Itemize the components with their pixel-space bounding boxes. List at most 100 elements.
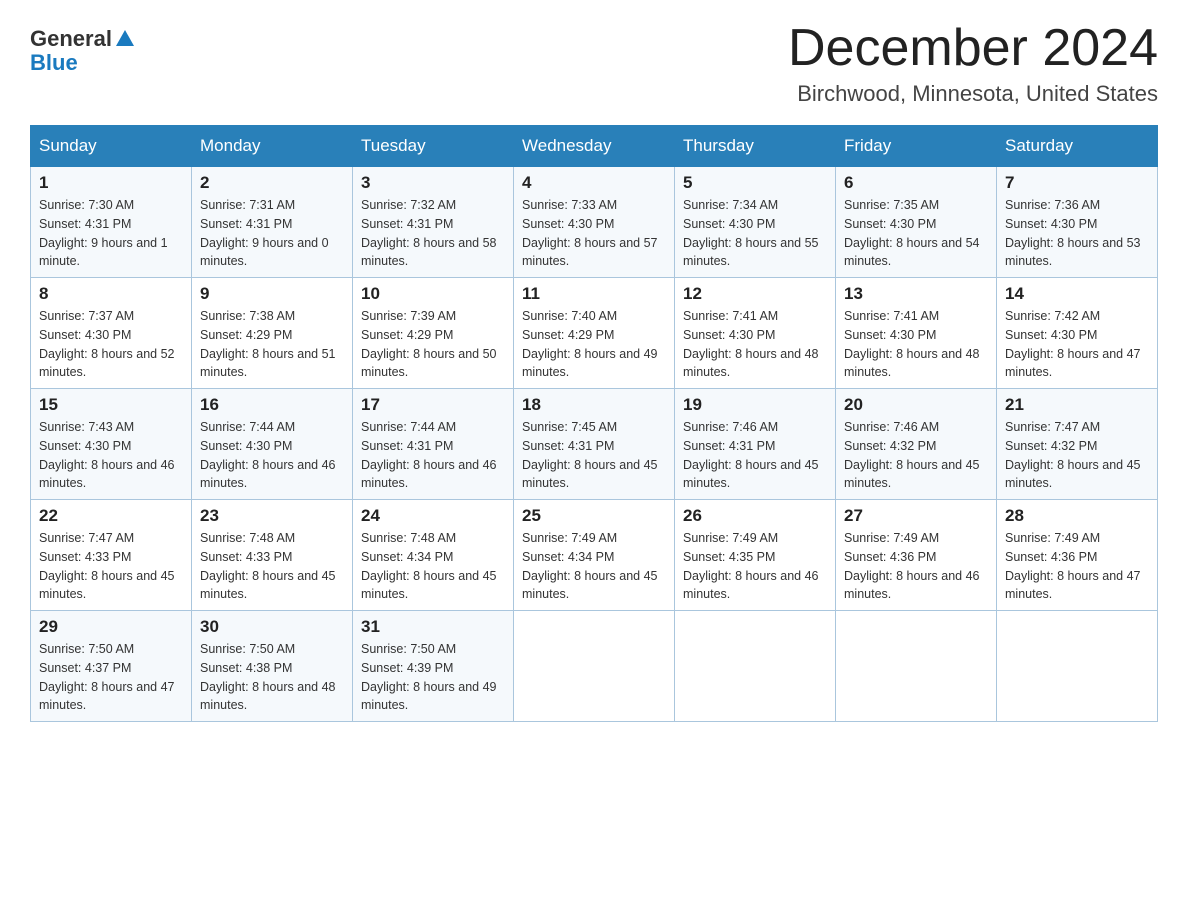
calendar-week-row: 8 Sunrise: 7:37 AM Sunset: 4:30 PM Dayli… <box>31 278 1158 389</box>
table-row: 1 Sunrise: 7:30 AM Sunset: 4:31 PM Dayli… <box>31 167 192 278</box>
day-number: 18 <box>522 395 666 415</box>
day-number: 16 <box>200 395 344 415</box>
table-row: 17 Sunrise: 7:44 AM Sunset: 4:31 PM Dayl… <box>353 389 514 500</box>
calendar-week-row: 15 Sunrise: 7:43 AM Sunset: 4:30 PM Dayl… <box>31 389 1158 500</box>
table-row: 27 Sunrise: 7:49 AM Sunset: 4:36 PM Dayl… <box>836 500 997 611</box>
day-number: 25 <box>522 506 666 526</box>
table-row: 9 Sunrise: 7:38 AM Sunset: 4:29 PM Dayli… <box>192 278 353 389</box>
col-tuesday: Tuesday <box>353 126 514 167</box>
day-info: Sunrise: 7:44 AM Sunset: 4:31 PM Dayligh… <box>361 418 505 493</box>
table-row: 25 Sunrise: 7:49 AM Sunset: 4:34 PM Dayl… <box>514 500 675 611</box>
day-number: 10 <box>361 284 505 304</box>
calendar-table: Sunday Monday Tuesday Wednesday Thursday… <box>30 125 1158 722</box>
table-row <box>997 611 1158 722</box>
day-number: 23 <box>200 506 344 526</box>
day-info: Sunrise: 7:49 AM Sunset: 4:36 PM Dayligh… <box>844 529 988 604</box>
table-row: 23 Sunrise: 7:48 AM Sunset: 4:33 PM Dayl… <box>192 500 353 611</box>
table-row: 6 Sunrise: 7:35 AM Sunset: 4:30 PM Dayli… <box>836 167 997 278</box>
day-info: Sunrise: 7:41 AM Sunset: 4:30 PM Dayligh… <box>844 307 988 382</box>
table-row: 5 Sunrise: 7:34 AM Sunset: 4:30 PM Dayli… <box>675 167 836 278</box>
day-info: Sunrise: 7:31 AM Sunset: 4:31 PM Dayligh… <box>200 196 344 271</box>
col-wednesday: Wednesday <box>514 126 675 167</box>
calendar-week-row: 29 Sunrise: 7:50 AM Sunset: 4:37 PM Dayl… <box>31 611 1158 722</box>
day-number: 12 <box>683 284 827 304</box>
day-number: 15 <box>39 395 183 415</box>
day-info: Sunrise: 7:49 AM Sunset: 4:36 PM Dayligh… <box>1005 529 1149 604</box>
day-info: Sunrise: 7:39 AM Sunset: 4:29 PM Dayligh… <box>361 307 505 382</box>
table-row <box>514 611 675 722</box>
page-header: General Blue December 2024 Birchwood, Mi… <box>30 20 1158 107</box>
day-number: 11 <box>522 284 666 304</box>
day-info: Sunrise: 7:45 AM Sunset: 4:31 PM Dayligh… <box>522 418 666 493</box>
col-sunday: Sunday <box>31 126 192 167</box>
day-number: 14 <box>1005 284 1149 304</box>
table-row <box>836 611 997 722</box>
table-row: 21 Sunrise: 7:47 AM Sunset: 4:32 PM Dayl… <box>997 389 1158 500</box>
day-info: Sunrise: 7:47 AM Sunset: 4:32 PM Dayligh… <box>1005 418 1149 493</box>
day-number: 13 <box>844 284 988 304</box>
table-row: 12 Sunrise: 7:41 AM Sunset: 4:30 PM Dayl… <box>675 278 836 389</box>
day-number: 24 <box>361 506 505 526</box>
day-info: Sunrise: 7:38 AM Sunset: 4:29 PM Dayligh… <box>200 307 344 382</box>
col-monday: Monday <box>192 126 353 167</box>
logo-text-general: General <box>30 28 112 50</box>
day-number: 1 <box>39 173 183 193</box>
day-info: Sunrise: 7:46 AM Sunset: 4:31 PM Dayligh… <box>683 418 827 493</box>
day-info: Sunrise: 7:46 AM Sunset: 4:32 PM Dayligh… <box>844 418 988 493</box>
table-row: 28 Sunrise: 7:49 AM Sunset: 4:36 PM Dayl… <box>997 500 1158 611</box>
day-info: Sunrise: 7:48 AM Sunset: 4:33 PM Dayligh… <box>200 529 344 604</box>
table-row: 31 Sunrise: 7:50 AM Sunset: 4:39 PM Dayl… <box>353 611 514 722</box>
day-number: 31 <box>361 617 505 637</box>
day-number: 21 <box>1005 395 1149 415</box>
day-number: 19 <box>683 395 827 415</box>
day-number: 28 <box>1005 506 1149 526</box>
day-info: Sunrise: 7:49 AM Sunset: 4:34 PM Dayligh… <box>522 529 666 604</box>
table-row: 8 Sunrise: 7:37 AM Sunset: 4:30 PM Dayli… <box>31 278 192 389</box>
logo-text-blue: Blue <box>30 50 78 76</box>
col-saturday: Saturday <box>997 126 1158 167</box>
table-row: 24 Sunrise: 7:48 AM Sunset: 4:34 PM Dayl… <box>353 500 514 611</box>
table-row: 29 Sunrise: 7:50 AM Sunset: 4:37 PM Dayl… <box>31 611 192 722</box>
day-info: Sunrise: 7:32 AM Sunset: 4:31 PM Dayligh… <box>361 196 505 271</box>
table-row: 7 Sunrise: 7:36 AM Sunset: 4:30 PM Dayli… <box>997 167 1158 278</box>
day-info: Sunrise: 7:50 AM Sunset: 4:39 PM Dayligh… <box>361 640 505 715</box>
logo-arrow-icon <box>114 28 136 50</box>
day-info: Sunrise: 7:49 AM Sunset: 4:35 PM Dayligh… <box>683 529 827 604</box>
day-number: 4 <box>522 173 666 193</box>
day-info: Sunrise: 7:47 AM Sunset: 4:33 PM Dayligh… <box>39 529 183 604</box>
day-info: Sunrise: 7:30 AM Sunset: 4:31 PM Dayligh… <box>39 196 183 271</box>
day-number: 5 <box>683 173 827 193</box>
location-title: Birchwood, Minnesota, United States <box>788 81 1158 107</box>
table-row: 20 Sunrise: 7:46 AM Sunset: 4:32 PM Dayl… <box>836 389 997 500</box>
table-row: 4 Sunrise: 7:33 AM Sunset: 4:30 PM Dayli… <box>514 167 675 278</box>
day-info: Sunrise: 7:41 AM Sunset: 4:30 PM Dayligh… <box>683 307 827 382</box>
col-friday: Friday <box>836 126 997 167</box>
calendar-header-row: Sunday Monday Tuesday Wednesday Thursday… <box>31 126 1158 167</box>
table-row <box>675 611 836 722</box>
day-info: Sunrise: 7:42 AM Sunset: 4:30 PM Dayligh… <box>1005 307 1149 382</box>
table-row: 3 Sunrise: 7:32 AM Sunset: 4:31 PM Dayli… <box>353 167 514 278</box>
day-number: 6 <box>844 173 988 193</box>
logo: General Blue <box>30 20 136 76</box>
table-row: 2 Sunrise: 7:31 AM Sunset: 4:31 PM Dayli… <box>192 167 353 278</box>
day-number: 8 <box>39 284 183 304</box>
day-info: Sunrise: 7:35 AM Sunset: 4:30 PM Dayligh… <box>844 196 988 271</box>
day-info: Sunrise: 7:37 AM Sunset: 4:30 PM Dayligh… <box>39 307 183 382</box>
calendar-week-row: 1 Sunrise: 7:30 AM Sunset: 4:31 PM Dayli… <box>31 167 1158 278</box>
day-info: Sunrise: 7:50 AM Sunset: 4:38 PM Dayligh… <box>200 640 344 715</box>
day-info: Sunrise: 7:48 AM Sunset: 4:34 PM Dayligh… <box>361 529 505 604</box>
day-number: 22 <box>39 506 183 526</box>
day-info: Sunrise: 7:33 AM Sunset: 4:30 PM Dayligh… <box>522 196 666 271</box>
table-row: 30 Sunrise: 7:50 AM Sunset: 4:38 PM Dayl… <box>192 611 353 722</box>
table-row: 13 Sunrise: 7:41 AM Sunset: 4:30 PM Dayl… <box>836 278 997 389</box>
day-info: Sunrise: 7:36 AM Sunset: 4:30 PM Dayligh… <box>1005 196 1149 271</box>
day-info: Sunrise: 7:34 AM Sunset: 4:30 PM Dayligh… <box>683 196 827 271</box>
day-info: Sunrise: 7:50 AM Sunset: 4:37 PM Dayligh… <box>39 640 183 715</box>
day-number: 17 <box>361 395 505 415</box>
day-info: Sunrise: 7:43 AM Sunset: 4:30 PM Dayligh… <box>39 418 183 493</box>
day-number: 26 <box>683 506 827 526</box>
day-number: 7 <box>1005 173 1149 193</box>
table-row: 14 Sunrise: 7:42 AM Sunset: 4:30 PM Dayl… <box>997 278 1158 389</box>
day-number: 29 <box>39 617 183 637</box>
day-number: 2 <box>200 173 344 193</box>
